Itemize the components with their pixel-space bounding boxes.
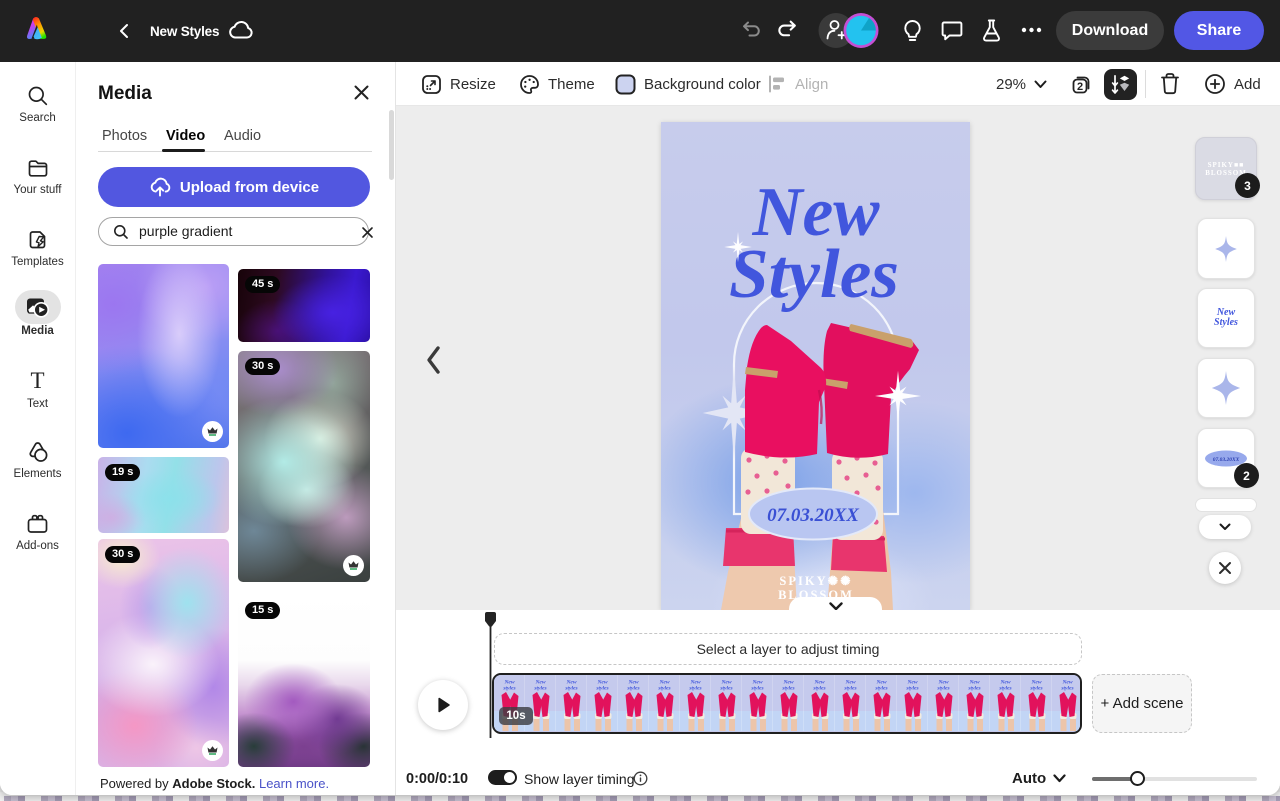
svg-text:Styles: Styles: [729, 236, 899, 313]
svg-text:07.03.20XX: 07.03.20XX: [1213, 457, 1240, 463]
svg-text:2: 2: [1077, 81, 1083, 93]
svg-text:07.03.20XX: 07.03.20XX: [767, 505, 860, 526]
svg-text:SPIKY✺✺: SPIKY✺✺: [779, 574, 852, 588]
svg-text:T: T: [30, 370, 44, 392]
